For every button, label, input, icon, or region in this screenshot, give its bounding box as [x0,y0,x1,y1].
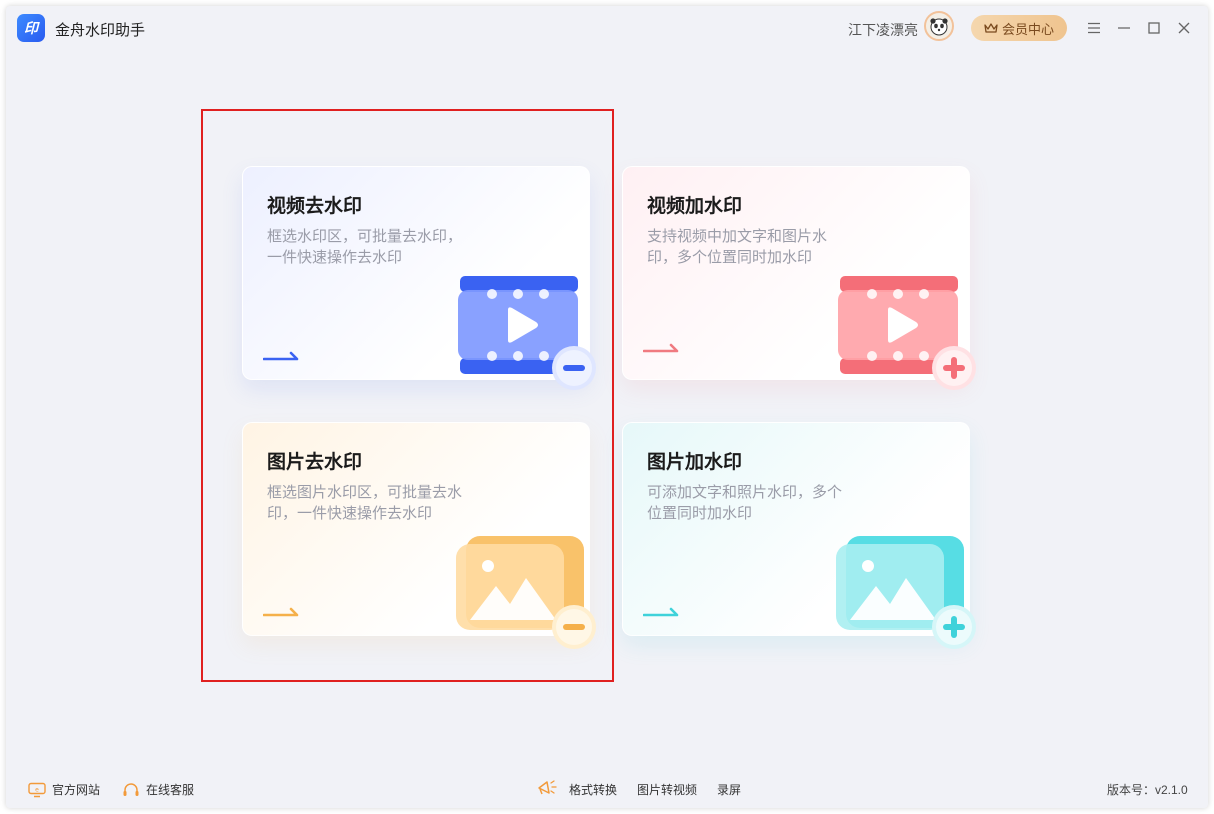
card-title: 视频去水印 [267,196,363,217]
headset-icon [123,782,139,796]
monitor-icon: e [28,782,46,797]
footer-screen-record-label: 录屏 [717,783,742,797]
footer-format-convert-link[interactable]: 格式转换 [569,781,617,798]
close-icon [1178,22,1190,34]
footer-format-convert-label: 格式转换 [569,783,618,797]
footer-screen-record-link[interactable]: 录屏 [717,781,741,798]
close-button[interactable] [1173,17,1195,39]
video-add-icon [838,276,976,390]
svg-text:e: e [35,786,39,793]
minimize-icon [1118,27,1130,29]
menu-button[interactable] [1083,17,1105,39]
crown-icon [984,23,998,33]
version-label: 版本号：v2.1.0 [1107,783,1188,797]
card-description: 框选水印区，可批量去水印，一件快速操作去水印 [267,228,463,266]
card-title: 图片加水印 [647,452,743,473]
footer-website-label: 官方网站 [52,783,101,797]
username[interactable]: 江下凌漂亮 [848,20,918,40]
card-video-add-watermark[interactable]: 视频加水印 支持视频中加文字和图片水印，多个位置同时加水印 [622,166,976,390]
card-description: 框选图片水印区，可批量去水印，一件快速操作去水印 [267,484,463,522]
menu-icon [1088,22,1100,34]
card-image-remove-watermark[interactable]: 图片去水印 框选图片水印区，可批量去水印，一件快速操作去水印 [242,422,596,649]
footer-support-link[interactable]: 在线客服 [122,781,194,798]
avatar[interactable] [924,11,954,41]
minimize-button[interactable] [1113,17,1135,39]
footer-image-to-video-link[interactable]: 图片转视频 [637,781,697,798]
footer-website-link[interactable]: e 官方网站 [28,781,100,798]
app-title: 金舟水印助手 [55,22,146,39]
footer-support-label: 在线客服 [146,783,195,797]
card-title: 图片去水印 [267,452,363,473]
megaphone-icon [538,780,557,795]
arrow-right-icon [263,351,299,361]
vip-center-label: 会员中心 [1001,21,1054,37]
image-add-icon [836,536,976,649]
title-bar: 印 金舟水印助手 江下凌漂亮 会员中心 [6,6,1208,52]
image-remove-icon [456,536,596,649]
arrow-right-icon [643,607,679,617]
arrow-right-icon [643,343,679,353]
panda-avatar-icon [930,18,948,36]
app-logo-text: 印 [24,20,38,36]
arrow-right-icon [263,607,299,617]
card-description: 支持视频中加文字和图片水印，多个位置同时加水印 [647,228,828,266]
card-title: 视频加水印 [647,196,743,217]
app-logo: 印 [17,14,45,42]
maximize-button[interactable] [1143,17,1165,39]
card-video-remove-watermark[interactable]: 视频去水印 框选水印区，可批量去水印，一件快速操作去水印 [242,166,596,390]
card-image-add-watermark[interactable]: 图片加水印 可添加文字和照片水印，多个位置同时加水印 [622,422,976,649]
maximize-icon [1148,22,1160,34]
card-description: 可添加文字和照片水印，多个位置同时加水印 [647,484,843,522]
footer-image-to-video-label: 图片转视频 [637,783,698,797]
video-remove-icon [458,276,596,390]
vip-center-button[interactable]: 会员中心 [971,15,1067,41]
app-window: 印 金舟水印助手 江下凌漂亮 会员中心 视频去水印 框选水印区，可批量去水印，一… [6,6,1208,808]
